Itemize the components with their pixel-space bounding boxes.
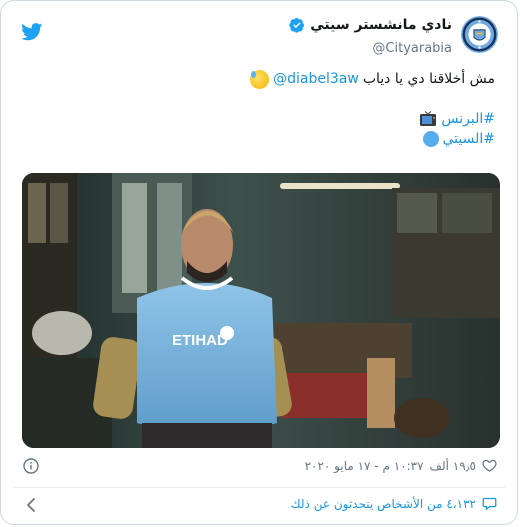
twitter-bird-icon[interactable] <box>21 23 43 41</box>
mention-link[interactable]: @diabel3aw <box>273 69 359 89</box>
tweet-media-image[interactable]: ETIHAD <box>22 173 500 448</box>
conversation-row[interactable]: ٤،١٣٢ من الأشخاص يتحدثون عن ذلك <box>21 496 497 516</box>
tweet-line-2: #البرنس <box>19 109 495 129</box>
author-name-row[interactable]: نادي مانشستر سيتي <box>289 17 452 33</box>
blue-circle-emoji-icon <box>422 131 439 147</box>
conversation-count-text[interactable]: ٤،١٣٢ من الأشخاص يتحدثون عن ذلك <box>291 497 476 511</box>
tweet-meta: ١٩٫٥ ألف ١٠:٣٧ م - ١٧ مايو ٢٠٢٠ <box>305 458 497 473</box>
reply-bubble-icon <box>482 497 497 511</box>
chevron-left-icon[interactable] <box>25 498 37 512</box>
tweet-line-1: مش أخلاقنا دي يا دياب @diabel3aw <box>19 69 495 89</box>
author-display-name[interactable]: نادي مانشستر سيتي <box>310 17 452 33</box>
heart-icon[interactable] <box>482 458 497 473</box>
tweet-meta-row: ١٩٫٥ ألف ١٠:٣٧ م - ١٧ مايو ٢٠٢٠ <box>21 458 497 476</box>
hashtag-link-prince[interactable]: #البرنس <box>441 109 495 129</box>
like-count[interactable]: ١٩٫٥ ألف <box>430 459 476 473</box>
svg-text:ETIHAD: ETIHAD <box>172 332 228 349</box>
tweet-card[interactable]: نادي مانشستر سيتي @Cityarabia مش أخلاقنا… <box>0 0 518 525</box>
hashtag-link-city[interactable]: #السيتي <box>443 129 496 149</box>
television-emoji-icon <box>420 111 437 126</box>
tweet-line-3: #السيتي <box>19 129 495 149</box>
conversation-link[interactable]: ٤،١٣٢ من الأشخاص يتحدثون عن ذلك <box>291 496 497 511</box>
man-city-crest-icon <box>461 16 498 53</box>
info-icon[interactable] <box>23 458 39 474</box>
sweat-smile-emoji-icon <box>250 69 270 89</box>
verified-badge-icon <box>289 18 305 33</box>
footer-divider <box>13 487 505 488</box>
tweet-text: مش أخلاقنا دي يا دياب @diabel3aw #البرنس… <box>19 69 495 149</box>
media-scene-illustration: ETIHAD <box>22 173 500 448</box>
tweet-line-1-text: مش أخلاقنا دي يا دياب <box>362 71 495 87</box>
author-handle[interactable]: @Cityarabia <box>372 41 452 56</box>
avatar[interactable] <box>461 16 498 53</box>
timestamp[interactable]: ١٠:٣٧ م - ١٧ مايو ٢٠٢٠ <box>305 459 424 473</box>
